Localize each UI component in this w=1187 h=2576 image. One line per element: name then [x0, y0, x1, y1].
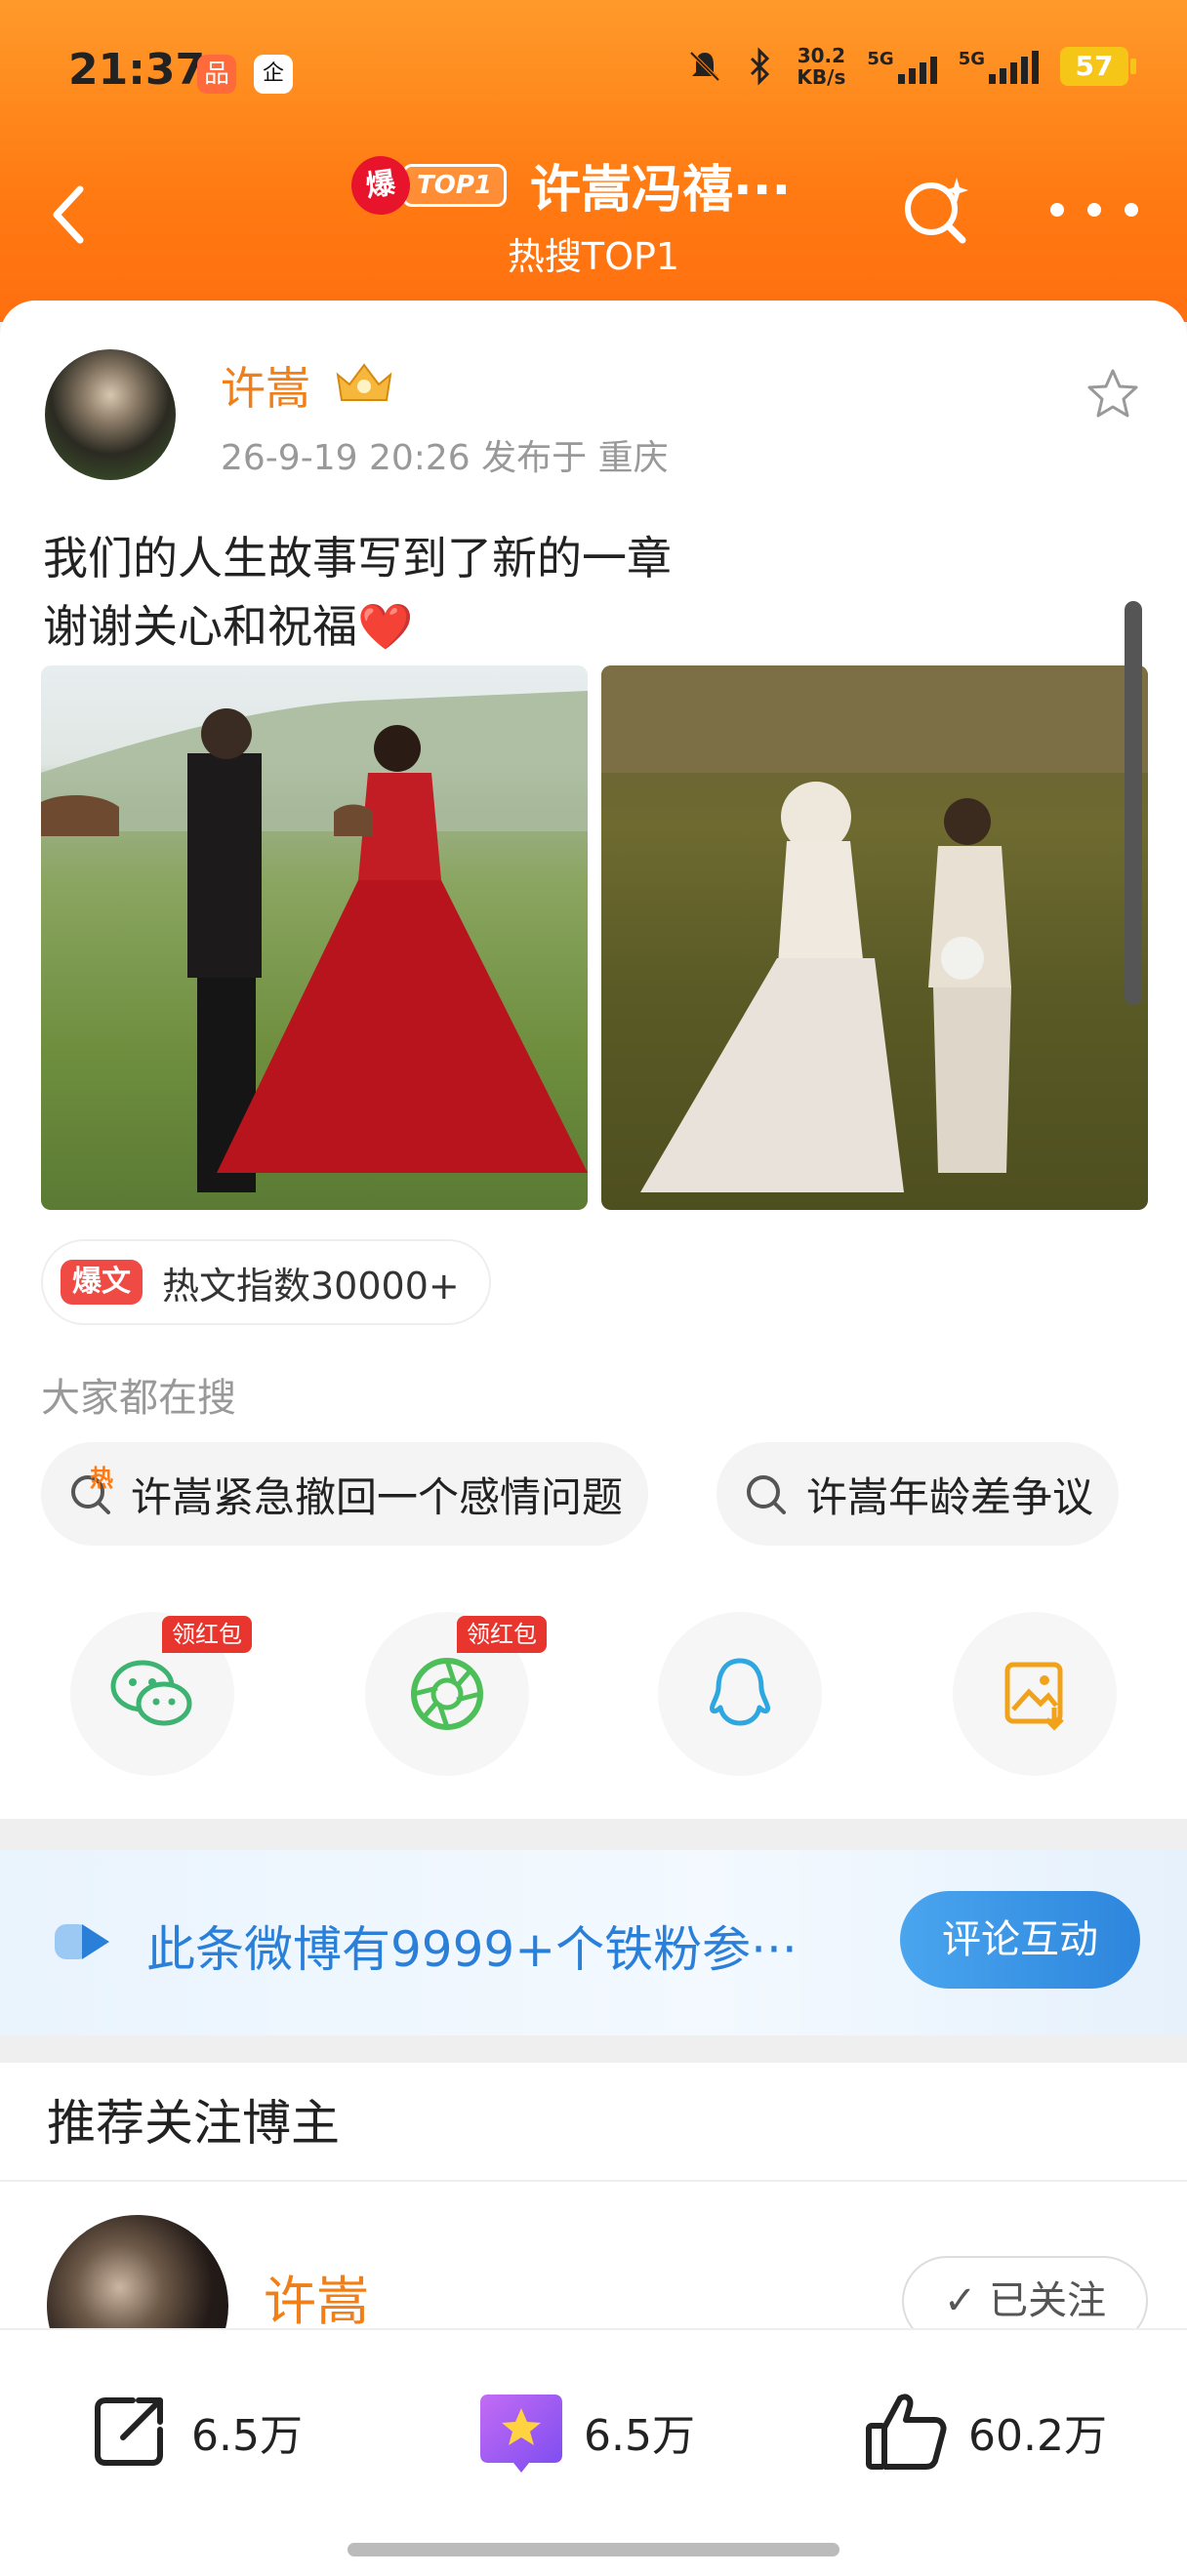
post-text-line-1: 我们的人生故事写到了新的一章: [43, 532, 672, 584]
status-bar: 21:37 品 企 30.2 KB/s 5G 5G 57: [0, 0, 1187, 146]
hot-index-text: 热文指数30000+: [162, 1264, 460, 1308]
star-comment-icon: [480, 2395, 562, 2473]
hot-search-icon: 热: [66, 1465, 117, 1519]
recommended-header: 推荐关注博主: [47, 2095, 340, 2152]
top-nav: 爆 TOP1 许嵩冯禧··· 热搜TOP1: [0, 137, 1187, 302]
viral-post-tag: 爆文: [61, 1260, 143, 1305]
couple-red-dress-photo: [41, 691, 588, 1192]
post-image-1[interactable]: [41, 665, 588, 1210]
page-subtitle: 热搜TOP1: [507, 235, 680, 278]
notification-app-icon: 品: [197, 55, 236, 94]
qq-notification-icon: 企: [254, 55, 293, 94]
author-name[interactable]: 许嵩: [221, 353, 310, 418]
search-sparkle-icon: [905, 178, 968, 244]
bottom-action-bar: 6.5万 6.5万 60.2万: [0, 2328, 1187, 2576]
repost-count: 6.5万: [191, 2411, 303, 2461]
like-count: 60.2万: [968, 2411, 1107, 2461]
comment-count: 6.5万: [584, 2411, 695, 2461]
recommended-name[interactable]: 许嵩: [264, 2258, 369, 2335]
home-indicator[interactable]: [348, 2543, 839, 2556]
everyone-searching-header: 大家都在搜: [41, 1376, 236, 1421]
like-button[interactable]: 60.2万: [861, 2383, 1107, 2480]
section-divider: [0, 1819, 1187, 1854]
comment-interact-button[interactable]: 评论互动: [900, 1891, 1140, 1989]
search-suggestion-1[interactable]: 热 许嵩紧急撤回一个感情问题: [41, 1442, 649, 1546]
search-icon: [742, 1469, 793, 1519]
signal-sim2: 5G: [959, 49, 1039, 84]
qq-icon: [710, 1658, 770, 1726]
favorite-star-icon[interactable]: [1084, 365, 1142, 423]
heart-emoji: ❤️: [357, 600, 414, 653]
network-speed: 30.2 KB/s: [797, 44, 846, 89]
thumbs-up-icon: [866, 2394, 947, 2470]
post-meta: 26-9-19 20:26 发布于 重庆: [221, 438, 669, 478]
arrow-pill-icon: [55, 1924, 109, 1959]
bluetooth-icon: [751, 47, 770, 86]
post-text-line-2: 谢谢关心和祝福❤️: [43, 600, 414, 653]
search-button[interactable]: [898, 172, 976, 250]
page-title: 许嵩冯禧···: [529, 161, 792, 220]
red-packet-badge: 领红包: [162, 1616, 252, 1653]
mute-bell-icon: [690, 51, 720, 82]
hot-search-title[interactable]: 爆 TOP1 许嵩冯禧···: [348, 148, 839, 221]
hot-index-badge[interactable]: 爆文 热文指数30000+: [41, 1239, 491, 1325]
explosive-badge: 爆: [348, 151, 414, 219]
share-qq-button[interactable]: [658, 1612, 822, 1776]
post-image-2[interactable]: [601, 665, 1148, 1210]
signal-sim1: 5G: [867, 49, 937, 84]
iron-fans-text: 此条微博有9999+个铁粉参···: [146, 1921, 798, 1978]
comment-button[interactable]: 6.5万: [476, 2383, 695, 2480]
search-suggestion-2[interactable]: 许嵩年龄差争议: [716, 1442, 1120, 1546]
more-button[interactable]: [1050, 195, 1138, 224]
dot: [1050, 203, 1064, 217]
moments-icon: [411, 1658, 483, 1730]
section-divider: [0, 2035, 1187, 2063]
image-scrollbar[interactable]: [1125, 601, 1142, 1005]
post-card: 许嵩 26-9-19 20:26 发布于 重庆 我们的人生故事写到了新的一章 谢…: [0, 301, 1187, 1819]
dot: [1087, 203, 1101, 217]
wechat-icon: [110, 1660, 192, 1726]
iron-fans-banner[interactable]: 此条微博有9999+个铁粉参··· 评论互动: [0, 1850, 1187, 2035]
repost-button[interactable]: 6.5万: [84, 2383, 303, 2480]
search-suggestion-text: 许嵩紧急撤回一个感情问题: [131, 1472, 624, 1521]
save-image-button[interactable]: [953, 1612, 1117, 1776]
share-arrow-icon: [95, 2397, 163, 2466]
couple-white-dress-photo: [601, 665, 1148, 1192]
battery-indicator: 57: [1060, 47, 1136, 86]
save-image-icon: [1004, 1662, 1064, 1731]
search-suggestion-text: 许嵩年龄差争议: [806, 1472, 1094, 1521]
status-time: 21:37: [68, 45, 206, 95]
dot: [1125, 203, 1138, 217]
divider: [0, 2180, 1187, 2182]
top1-badge: TOP1: [402, 163, 507, 207]
red-packet-badge: 领红包: [457, 1616, 547, 1653]
crown-badge-icon: [336, 363, 392, 401]
author-avatar[interactable]: [45, 349, 176, 480]
